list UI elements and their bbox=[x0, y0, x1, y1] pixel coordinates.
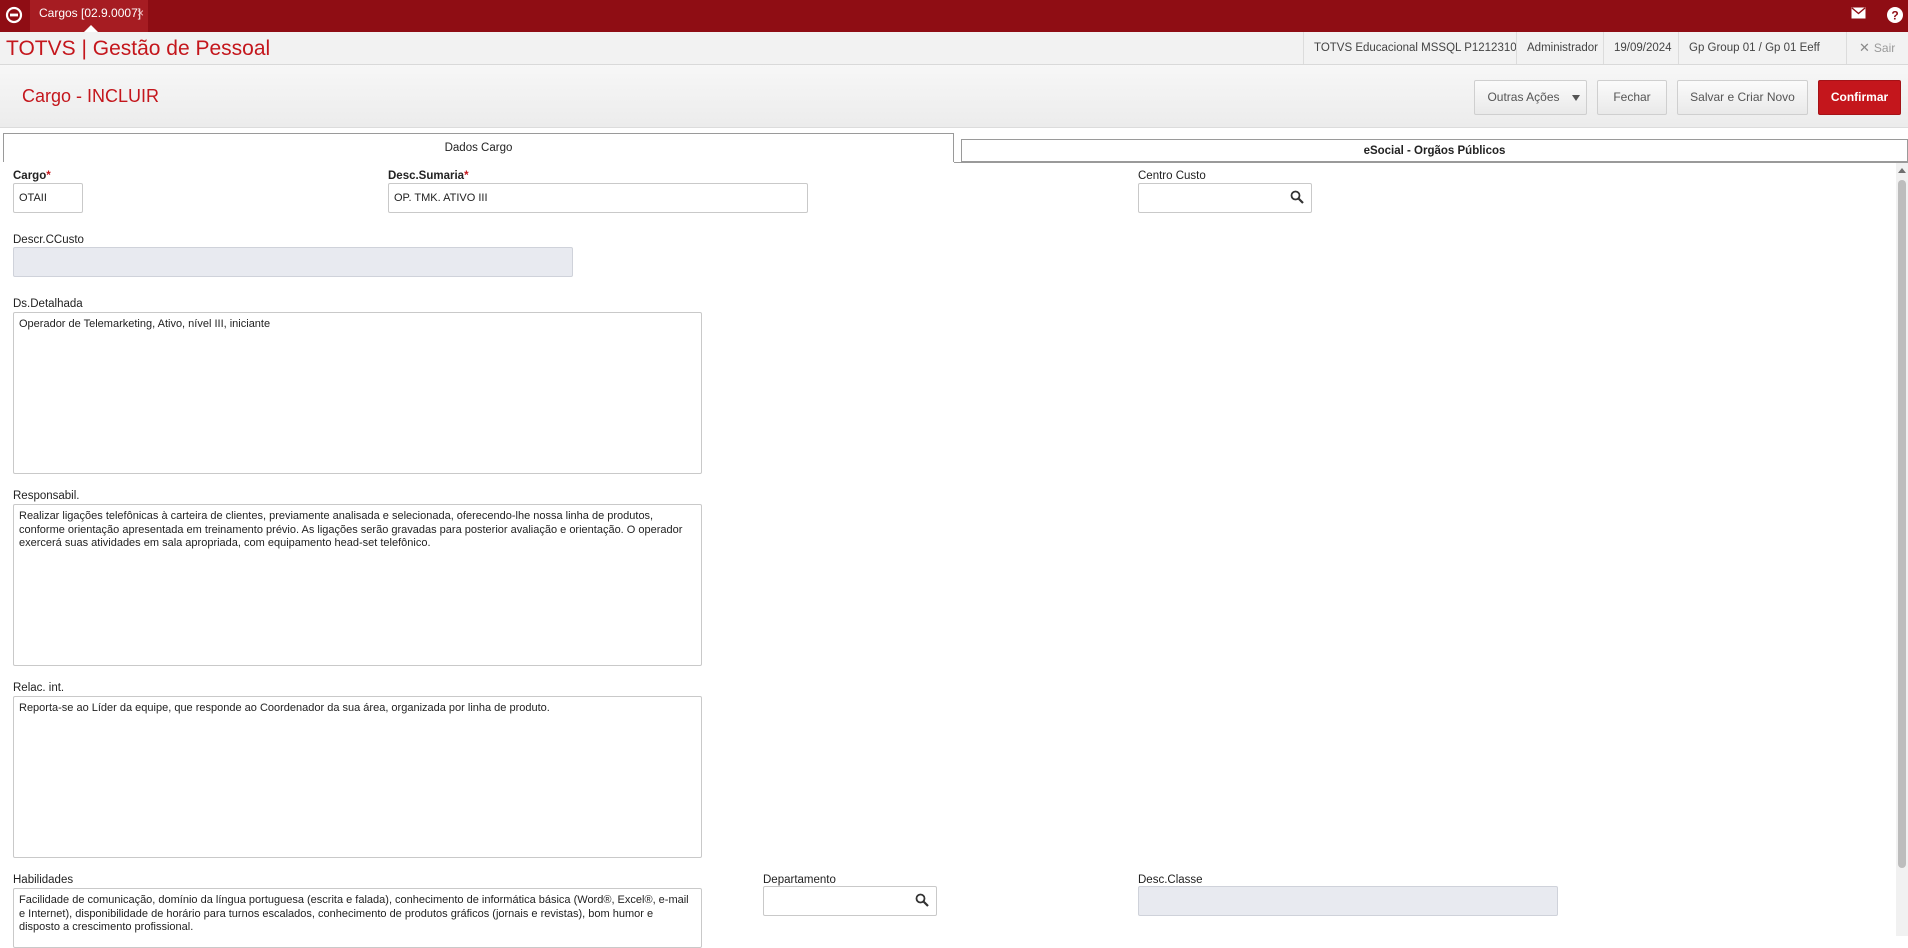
desc-sumaria-field[interactable]: OP. TMK. ATIVO III bbox=[388, 183, 808, 213]
departamento-field[interactable] bbox=[763, 886, 937, 916]
tab-esocial-orgaos-publicos[interactable]: eSocial - Orgãos Públicos bbox=[961, 139, 1908, 162]
mail-icon[interactable] bbox=[1851, 7, 1866, 19]
logout-label: Sair bbox=[1873, 41, 1896, 55]
app-brand: TOTVS | Gestão de Pessoal bbox=[6, 37, 271, 60]
tab-divider bbox=[954, 162, 1908, 163]
desc-sumaria-label: Desc.Sumaria* bbox=[388, 170, 469, 182]
centro-custo-label: Centro Custo bbox=[1138, 170, 1206, 182]
descr-ccusto-field bbox=[13, 247, 573, 277]
relac-int-textarea[interactable]: Reporta-se ao Líder da equipe, que respo… bbox=[13, 696, 702, 858]
close-icon: ✕ bbox=[1859, 40, 1870, 55]
tab-dados-cargo[interactable]: Dados Cargo bbox=[3, 133, 954, 162]
logout-button[interactable]: ✕ Sair bbox=[1846, 32, 1908, 64]
top-bar: Cargos [02.9.0007] × ? bbox=[0, 0, 1908, 32]
home-icon[interactable] bbox=[4, 5, 24, 25]
descr-ccusto-label: Descr.CCusto bbox=[13, 234, 84, 246]
open-tab-label: Cargos [02.9.0007] bbox=[39, 6, 142, 20]
habilidades-textarea[interactable]: Facilidade de comunicação, domínio da lí… bbox=[13, 888, 702, 948]
save-and-new-button[interactable]: Salvar e Criar Novo bbox=[1677, 80, 1808, 115]
close-tab-icon[interactable]: × bbox=[137, 0, 144, 26]
open-tab-cargos[interactable]: Cargos [02.9.0007] × bbox=[30, 0, 148, 32]
ds-detalhada-textarea[interactable]: Operador de Telemarketing, Ativo, nível … bbox=[13, 312, 702, 474]
page-header: Cargo - INCLUIR Outras Ações Fechar Salv… bbox=[0, 65, 1908, 128]
user-info: Administrador bbox=[1516, 32, 1608, 64]
other-actions-button[interactable]: Outras Ações bbox=[1474, 80, 1587, 115]
confirm-button[interactable]: Confirmar bbox=[1818, 80, 1901, 115]
scrollbar-thumb[interactable] bbox=[1898, 180, 1906, 868]
date-info: 19/09/2024 bbox=[1603, 32, 1682, 64]
search-icon[interactable] bbox=[1290, 190, 1304, 204]
page-title: Cargo - INCLUIR bbox=[22, 86, 160, 106]
cargo-field[interactable]: OTAII bbox=[13, 183, 83, 213]
centro-custo-field[interactable] bbox=[1138, 183, 1312, 213]
active-tab-caret bbox=[84, 25, 98, 32]
relac-int-label: Relac. int. bbox=[13, 682, 65, 694]
cargo-label: Cargo* bbox=[13, 170, 51, 182]
desc-classe-field bbox=[1138, 886, 1558, 916]
environment-info: TOTVS Educacional MSSQL P1212310 bbox=[1303, 32, 1527, 64]
help-icon[interactable]: ? bbox=[1885, 4, 1905, 26]
close-button[interactable]: Fechar bbox=[1597, 80, 1667, 115]
svg-text:?: ? bbox=[1891, 9, 1898, 23]
responsabil-textarea[interactable]: Realizar ligações telefônicas à carteira… bbox=[13, 504, 702, 666]
desc-classe-label: Desc.Classe bbox=[1138, 874, 1203, 886]
ds-detalhada-label: Ds.Detalhada bbox=[13, 298, 83, 310]
scroll-up-arrow-icon[interactable] bbox=[1898, 168, 1906, 173]
other-actions-label: Outras Ações bbox=[1487, 90, 1560, 104]
habilidades-label: Habilidades bbox=[13, 874, 74, 886]
chevron-down-icon bbox=[1572, 95, 1580, 101]
departamento-label: Departamento bbox=[763, 874, 836, 886]
vertical-scrollbar[interactable] bbox=[1896, 163, 1908, 936]
company-info[interactable]: Gp Group 01 / Gp 01 Eeff bbox=[1678, 32, 1830, 64]
responsabil-label: Responsabil. bbox=[13, 490, 80, 502]
search-icon[interactable] bbox=[915, 893, 929, 907]
app-header: TOTVS | Gestão de Pessoal TOTVS Educacio… bbox=[0, 32, 1908, 65]
